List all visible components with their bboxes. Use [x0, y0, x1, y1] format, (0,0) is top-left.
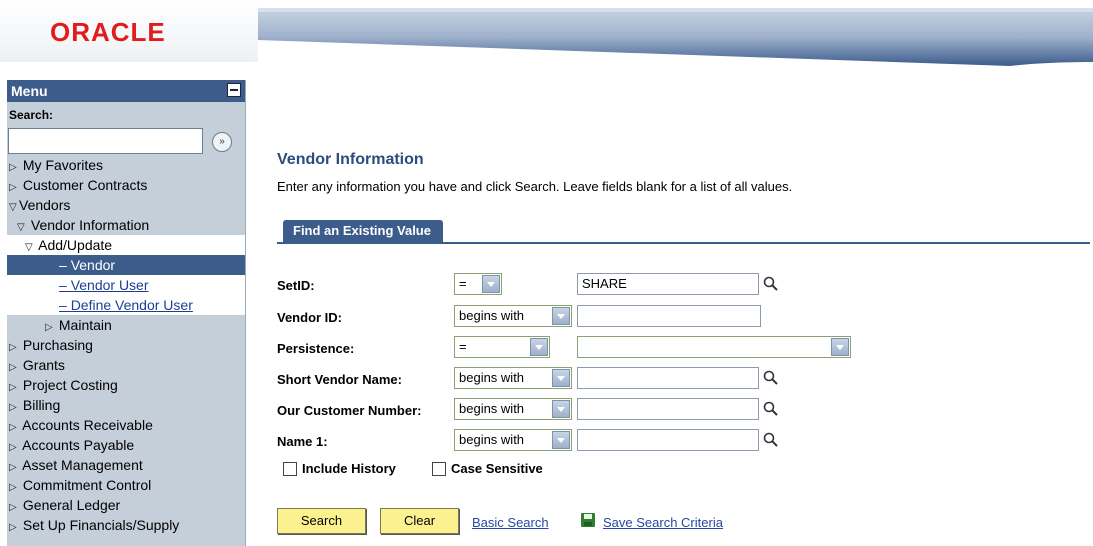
short-vendor-name-operator-select[interactable]: begins with	[454, 367, 572, 389]
menu-item-vendors[interactable]: ▽ Vendors	[7, 195, 245, 215]
setid-operator-select[interactable]: =	[454, 273, 502, 295]
setid-input[interactable]: SHARE	[577, 273, 759, 295]
page-title: Vendor Information	[277, 151, 424, 168]
lookup-name-1-icon[interactable]	[763, 432, 779, 448]
menu-item-commitment-control[interactable]: ▷ Commitment Control	[7, 475, 245, 495]
navigation-menu: Menu Search: » ▷ My Favorites ▷ Customer…	[7, 80, 246, 546]
vendor-id-operator-value: begins with	[459, 308, 525, 323]
menu-item-accounts-payable[interactable]: ▷ Accounts Payable	[7, 435, 245, 455]
collapse-menu-icon[interactable]	[227, 83, 241, 97]
menu-item-project-costing[interactable]: ▷ Project Costing	[7, 375, 245, 395]
menu-header: Menu	[7, 80, 245, 102]
dropdown-arrow-icon	[552, 369, 570, 387]
case-sensitive-checkbox[interactable]: Case Sensitive	[432, 461, 543, 476]
menu-item-vendor[interactable]: – Vendor	[7, 255, 245, 275]
menu-item-purchasing[interactable]: ▷ Purchasing	[7, 335, 245, 355]
persistence-operator-value: =	[459, 339, 467, 354]
dropdown-arrow-icon	[552, 431, 570, 449]
menu-item-accounts-receivable[interactable]: ▷ Accounts Receivable	[7, 415, 245, 435]
triangle-right-icon: ▷	[9, 522, 17, 533]
persistence-value-select[interactable]	[577, 336, 851, 358]
name-1-label: Name 1:	[277, 434, 328, 449]
case-sensitive-label: Case Sensitive	[451, 461, 543, 476]
our-customer-number-label: Our Customer Number:	[277, 403, 422, 418]
menu-item-add-update[interactable]: ▽ Add/Update	[7, 235, 245, 255]
menu-item-maintain[interactable]: ▷ Maintain	[7, 315, 245, 335]
menu-item-general-ledger[interactable]: ▷ General Ledger	[7, 495, 245, 515]
short-vendor-name-input[interactable]	[577, 367, 759, 389]
our-customer-number-operator-select[interactable]: begins with	[454, 398, 572, 420]
checkbox-box[interactable]	[432, 461, 446, 476]
menu-item-asset-management[interactable]: ▷ Asset Management	[7, 455, 245, 475]
basic-search-link[interactable]: Basic Search	[472, 515, 549, 530]
dropdown-arrow-icon	[552, 400, 570, 418]
name-1-operator-value: begins with	[459, 432, 525, 447]
name-1-input[interactable]	[577, 429, 759, 451]
short-vendor-name-label: Short Vendor Name:	[277, 372, 402, 387]
lookup-our-customer-number-icon[interactable]	[763, 401, 779, 417]
tab-divider	[277, 242, 1090, 244]
vendor-id-input[interactable]	[577, 305, 761, 327]
menu-item-billing[interactable]: ▷ Billing	[7, 395, 245, 415]
lookup-setid-icon[interactable]	[763, 276, 779, 292]
menu-item-my-favorites[interactable]: ▷ My Favorites	[7, 155, 245, 175]
save-disk-icon[interactable]	[580, 512, 596, 528]
menu-item-customer-contracts[interactable]: ▷ Customer Contracts	[7, 175, 245, 195]
vendor-id-label: Vendor ID:	[277, 310, 343, 325]
menu-item-vendor-user[interactable]: – Vendor User	[7, 275, 245, 295]
search-button[interactable]: Search	[277, 508, 366, 534]
menu-item-define-vendor-user[interactable]: – Define Vendor User	[7, 295, 245, 315]
short-vendor-name-operator-value: begins with	[459, 370, 525, 385]
include-history-label: Include History	[302, 461, 396, 476]
dropdown-arrow-icon	[482, 275, 500, 293]
our-customer-number-input[interactable]	[577, 398, 759, 420]
setid-label: SetID:	[277, 278, 315, 293]
clear-button[interactable]: Clear	[380, 508, 459, 534]
setid-operator-value: =	[459, 276, 467, 291]
checkbox-box[interactable]	[283, 461, 297, 476]
save-search-criteria-link[interactable]: Save Search Criteria	[603, 515, 723, 530]
menu-search-label: Search:	[9, 108, 54, 122]
menu-search-input[interactable]	[8, 128, 203, 154]
name-1-operator-select[interactable]: begins with	[454, 429, 572, 451]
menu-search-row: »	[7, 128, 245, 155]
dropdown-arrow-icon	[552, 307, 570, 325]
our-customer-number-operator-value: begins with	[459, 401, 525, 416]
menu-item-set-up-financials-supply[interactable]: ▷ Set Up Financials/Supply	[7, 515, 245, 535]
menu-item-grants[interactable]: ▷ Grants	[7, 355, 245, 375]
include-history-checkbox[interactable]: Include History	[283, 461, 396, 476]
lookup-short-vendor-name-icon[interactable]	[763, 370, 779, 386]
top-banner: ORACLE	[0, 0, 1093, 88]
tab-find-existing-value[interactable]: Find an Existing Value	[283, 220, 443, 242]
search-go-icon[interactable]: »	[212, 132, 232, 152]
oracle-logo: ORACLE	[50, 17, 166, 47]
menu-item-vendor-information[interactable]: ▽ Vendor Information	[7, 215, 245, 235]
dropdown-arrow-icon	[831, 338, 849, 356]
menu-title: Menu	[11, 83, 48, 99]
dropdown-arrow-icon	[530, 338, 548, 356]
page-instructions: Enter any information you have and click…	[277, 179, 793, 194]
logo-area: ORACLE	[0, 0, 258, 62]
persistence-label: Persistence:	[277, 341, 355, 356]
persistence-operator-select[interactable]: =	[454, 336, 550, 358]
vendor-id-operator-select[interactable]: begins with	[454, 305, 572, 327]
menu-items: ▷ My Favorites ▷ Customer Contracts ▽ Ven…	[7, 155, 245, 535]
